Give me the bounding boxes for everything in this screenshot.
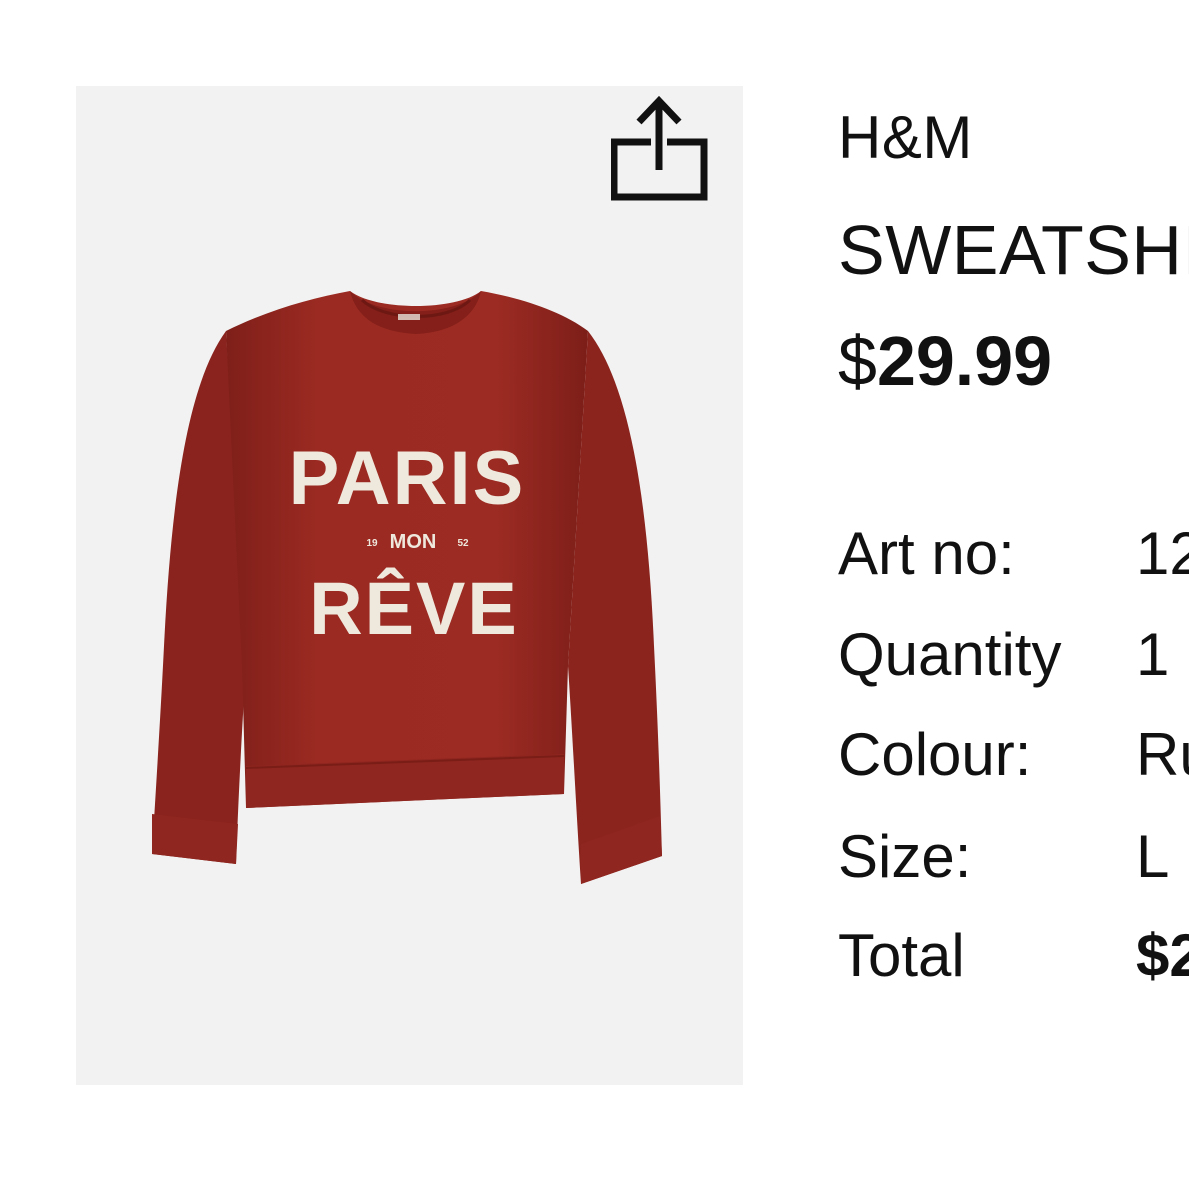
info-label: Size:: [838, 823, 972, 890]
info-row-quantity: Quantity 1: [838, 622, 1189, 692]
share-icon: [611, 95, 708, 201]
info-value: 12: [1136, 520, 1189, 587]
info-label: Quantity: [838, 621, 1062, 688]
product-image[interactable]: PARIS 19 MON 52 RÊVE: [76, 86, 743, 1085]
info-value: 1: [1136, 621, 1170, 688]
product-details: H&M SWEATSHIRT $29.99 Art no: 12 Quantit…: [838, 0, 1189, 1178]
print-paris: PARIS: [289, 436, 526, 521]
print-mon: MON: [390, 531, 437, 553]
product-price: $29.99: [838, 323, 1052, 399]
print-year-left: 19: [366, 538, 378, 549]
print-year-right: 52: [457, 538, 469, 549]
product-name: SWEATSHIRT: [838, 211, 1189, 289]
info-row-size: Size: L: [838, 824, 1189, 894]
info-label: Total: [838, 922, 965, 989]
info-label: Art no:: [838, 520, 1015, 587]
info-value: L: [1136, 823, 1170, 890]
info-label: Colour:: [838, 721, 1032, 788]
brand-name: H&M: [838, 104, 973, 171]
print-reve: RÊVE: [309, 567, 519, 650]
info-row-art-no: Art no: 12: [838, 521, 1189, 591]
info-row-total: Total $2: [838, 923, 1189, 993]
product-image-panel: PARIS 19 MON 52 RÊVE: [76, 86, 743, 1085]
share-button[interactable]: [611, 94, 711, 204]
info-value-total: $2: [1136, 922, 1189, 989]
price-currency: $: [838, 322, 877, 400]
info-value: Ru: [1136, 721, 1189, 788]
price-amount: 29.99: [876, 322, 1053, 400]
info-row-colour: Colour: Ru: [838, 722, 1189, 792]
